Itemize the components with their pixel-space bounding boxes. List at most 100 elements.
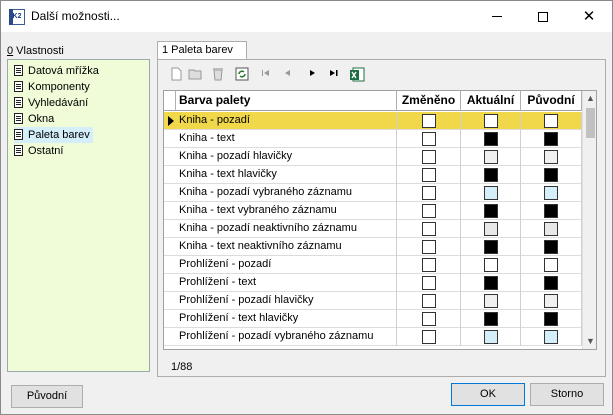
cell-current[interactable] [461,292,521,310]
table-row[interactable]: Kniha - text vybraného záznamu [164,202,582,220]
cell-changed[interactable] [397,166,461,184]
color-swatch[interactable] [484,132,498,146]
sidebar-item[interactable]: Datová mřížka [14,63,102,79]
sidebar-item[interactable]: Ostatní [14,143,66,159]
color-swatch[interactable] [544,276,558,290]
cell-palette-color-name[interactable]: Kniha - pozadí [176,112,397,130]
excel-export-icon[interactable] [349,67,365,83]
table-row[interactable]: Prohlížení - pozadí hlavičky [164,292,582,310]
cell-changed[interactable] [397,274,461,292]
table-row[interactable]: Kniha - text hlavičky [164,166,582,184]
cell-changed[interactable] [397,256,461,274]
changed-checkbox[interactable] [422,312,436,326]
color-swatch[interactable] [484,114,498,128]
cell-current[interactable] [461,148,521,166]
original-button[interactable]: Původní [11,385,83,408]
cell-current[interactable] [461,112,521,130]
column-header-palette-color[interactable]: Barva palety [176,91,397,111]
color-swatch[interactable] [544,258,558,272]
cell-original[interactable] [521,238,582,256]
cell-original[interactable] [521,130,582,148]
scrollbar-thumb[interactable] [586,108,595,138]
cell-original[interactable] [521,310,582,328]
color-swatch[interactable] [544,240,558,254]
cell-changed[interactable] [397,148,461,166]
changed-checkbox[interactable] [422,168,436,182]
cell-palette-color-name[interactable]: Prohlížení - pozadí hlavičky [176,292,397,310]
cell-original[interactable] [521,220,582,238]
sidebar-item[interactable]: Okna [14,111,57,127]
maximize-button[interactable] [520,1,566,32]
changed-checkbox[interactable] [422,186,436,200]
column-header-changed[interactable]: Změněno [397,91,461,111]
scroll-down-icon[interactable]: ▼ [583,334,596,349]
ok-button[interactable]: OK [451,383,525,406]
color-swatch[interactable] [544,150,558,164]
cell-original[interactable] [521,256,582,274]
last-record-icon[interactable] [326,67,342,83]
color-swatch[interactable] [484,294,498,308]
changed-checkbox[interactable] [422,150,436,164]
cell-palette-color-name[interactable]: Kniha - text vybraného záznamu [176,202,397,220]
changed-checkbox[interactable] [422,330,436,344]
color-swatch[interactable] [484,168,498,182]
cell-changed[interactable] [397,310,461,328]
changed-checkbox[interactable] [422,222,436,236]
color-swatch[interactable] [484,240,498,254]
color-swatch[interactable] [484,312,498,326]
cell-palette-color-name[interactable]: Prohlížení - pozadí vybraného záznamu [176,328,397,346]
cell-original[interactable] [521,166,582,184]
table-row[interactable]: Prohlížení - text hlavičky [164,310,582,328]
color-swatch[interactable] [484,222,498,236]
cancel-button[interactable]: Storno [530,383,604,406]
color-swatch[interactable] [484,258,498,272]
changed-checkbox[interactable] [422,204,436,218]
vertical-scrollbar[interactable]: ▲ ▼ [582,91,596,349]
changed-checkbox[interactable] [422,294,436,308]
changed-checkbox[interactable] [422,276,436,290]
changed-checkbox[interactable] [422,258,436,272]
tab-color-palette[interactable]: 1 Paleta barev [157,41,247,60]
color-swatch[interactable] [484,330,498,344]
refresh-icon[interactable] [234,67,250,83]
cell-changed[interactable] [397,130,461,148]
color-swatch[interactable] [544,294,558,308]
column-header-current[interactable]: Aktuální [461,91,521,111]
table-row[interactable]: Kniha - text neaktivního záznamu [164,238,582,256]
cell-palette-color-name[interactable]: Prohlížení - text [176,274,397,292]
table-row[interactable]: Kniha - pozadí [164,112,582,130]
cell-changed[interactable] [397,202,461,220]
table-row[interactable]: Prohlížení - pozadí vybraného záznamu [164,328,582,346]
color-swatch[interactable] [544,330,558,344]
cell-current[interactable] [461,274,521,292]
cell-changed[interactable] [397,328,461,346]
cell-palette-color-name[interactable]: Prohlížení - text hlavičky [176,310,397,328]
color-swatch[interactable] [544,132,558,146]
cell-palette-color-name[interactable]: Prohlížení - pozadí [176,256,397,274]
sidebar-item[interactable]: Vyhledávání [14,95,91,111]
scroll-up-icon[interactable]: ▲ [583,91,596,106]
color-palette-grid[interactable]: Barva palety Změněno Aktuální Původní Kn… [163,90,597,350]
table-row[interactable]: Prohlížení - text [164,274,582,292]
cell-original[interactable] [521,148,582,166]
cell-changed[interactable] [397,112,461,130]
cell-palette-color-name[interactable]: Kniha - text hlavičky [176,166,397,184]
cell-original[interactable] [521,292,582,310]
close-button[interactable]: ✕ [566,1,612,32]
color-swatch[interactable] [544,186,558,200]
table-row[interactable]: Kniha - text [164,130,582,148]
previous-record-icon[interactable] [280,67,296,83]
sidebar-item[interactable]: Paleta barev [14,127,93,143]
changed-checkbox[interactable] [422,132,436,146]
cell-current[interactable] [461,256,521,274]
color-swatch[interactable] [484,276,498,290]
cell-original[interactable] [521,274,582,292]
sidebar-item[interactable]: Komponenty [14,79,93,95]
cell-palette-color-name[interactable]: Kniha - pozadí neaktivního záznamu [176,220,397,238]
changed-checkbox[interactable] [422,240,436,254]
delete-icon[interactable] [210,67,226,83]
minimize-button[interactable] [474,1,520,32]
cell-changed[interactable] [397,184,461,202]
open-icon[interactable] [188,67,204,83]
changed-checkbox[interactable] [422,114,436,128]
